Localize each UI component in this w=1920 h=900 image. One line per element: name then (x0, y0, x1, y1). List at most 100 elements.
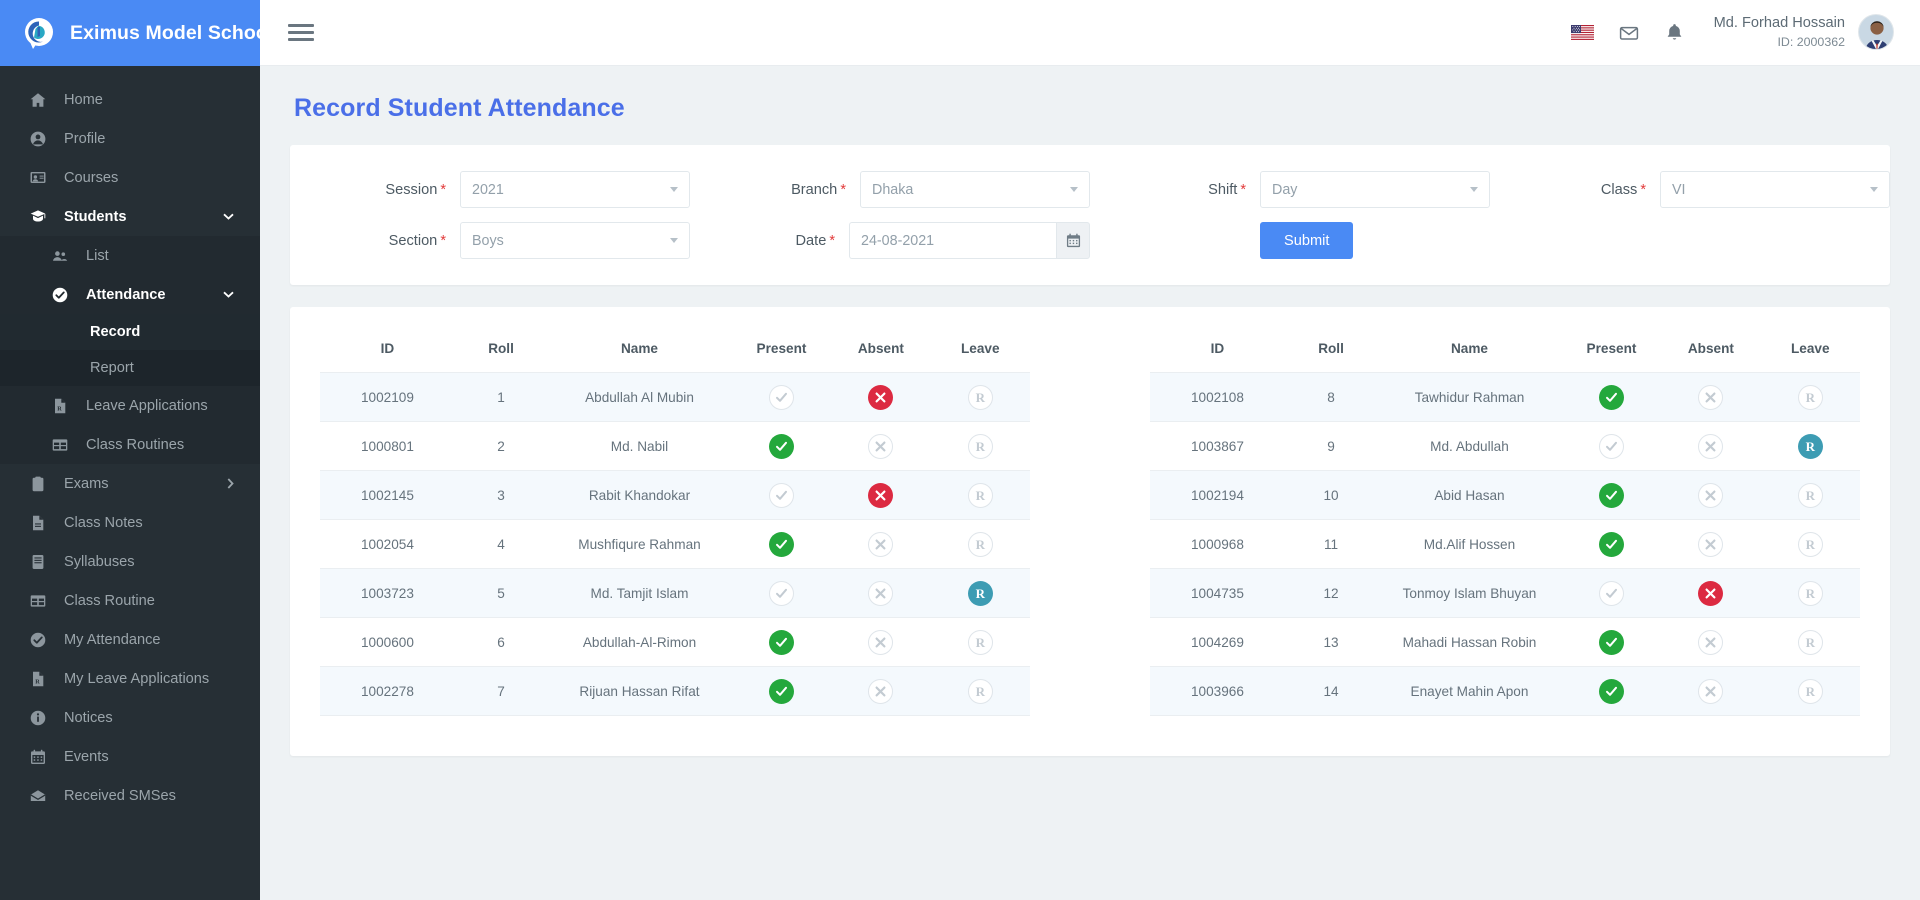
leave-toggle[interactable]: R (967, 531, 993, 557)
leave-toggle[interactable]: R (1797, 482, 1823, 508)
absent-toggle[interactable] (1698, 531, 1724, 557)
present-toggle[interactable] (768, 629, 794, 655)
present-toggle[interactable] (1598, 384, 1624, 410)
leave-toggle[interactable]: R (967, 580, 993, 606)
messages-button[interactable] (1606, 10, 1652, 56)
cell-name: Abdullah-Al-Rimon (547, 617, 732, 667)
date-field-wrap (849, 222, 1090, 259)
present-toggle[interactable] (768, 678, 794, 704)
hamburger-icon[interactable] (288, 20, 314, 45)
sidebar-item-exams[interactable]: Exams (0, 464, 260, 503)
absent-toggle[interactable] (868, 433, 894, 459)
absent-toggle[interactable] (868, 678, 894, 704)
absent-toggle[interactable] (868, 531, 894, 557)
section-select[interactable]: Boys (460, 222, 690, 259)
required-marker: * (840, 181, 846, 198)
sidebar-item-students[interactable]: Students (0, 197, 260, 236)
sidebar-item-class-notes[interactable]: Class Notes (0, 503, 260, 542)
cell-present (1561, 372, 1662, 422)
sidebar-item-notices[interactable]: Notices (0, 698, 260, 737)
present-toggle[interactable] (1598, 580, 1624, 606)
sidebar-item-record[interactable]: Record (0, 314, 260, 350)
calendar-icon[interactable] (1056, 222, 1090, 259)
cell-leave: R (930, 666, 1030, 716)
present-toggle[interactable] (768, 531, 794, 557)
sidebar-item-leave-applications[interactable]: R Leave Applications (0, 386, 260, 425)
leave-toggle[interactable]: R (1797, 384, 1823, 410)
topbar: Md. Forhad Hossain ID: 2000362 (260, 0, 1920, 66)
chevron-down-icon (670, 187, 678, 192)
sidebar-item-syllabuses[interactable]: Syllabuses (0, 542, 260, 581)
absent-toggle[interactable] (1698, 678, 1724, 704)
cell-id: 1002145 (320, 470, 455, 520)
sidebar-item-received-smses[interactable]: Received SMSes (0, 776, 260, 815)
absent-toggle[interactable] (868, 580, 894, 606)
user-menu[interactable]: Md. Forhad Hossain ID: 2000362 (1714, 14, 1894, 51)
leave-toggle[interactable]: R (967, 433, 993, 459)
present-toggle[interactable] (1598, 629, 1624, 655)
leave-toggle[interactable]: R (967, 384, 993, 410)
leave-toggle[interactable]: R (967, 482, 993, 508)
date-input[interactable] (849, 222, 1056, 259)
required-marker: * (829, 232, 835, 249)
present-toggle[interactable] (1598, 433, 1624, 459)
leave-toggle[interactable]: R (1797, 433, 1823, 459)
required-marker: * (1240, 181, 1246, 198)
attendance-submenu: Record Report (0, 314, 260, 386)
absent-toggle[interactable] (1698, 433, 1724, 459)
brand-name: Eximus Model School (70, 21, 260, 44)
present-toggle[interactable] (768, 580, 794, 606)
class-label: Class * (1490, 182, 1660, 198)
absent-toggle[interactable] (1698, 384, 1724, 410)
leave-toggle[interactable]: R (967, 678, 993, 704)
language-selector[interactable] (1560, 10, 1606, 56)
cell-roll: 10 (1284, 470, 1378, 520)
present-toggle[interactable] (1598, 531, 1624, 557)
session-select[interactable]: 2021 (460, 171, 690, 208)
leave-toggle[interactable]: R (1797, 629, 1823, 655)
absent-toggle[interactable] (1698, 580, 1724, 606)
brand-header[interactable]: Eximus Model School (0, 0, 260, 66)
present-toggle[interactable] (768, 482, 794, 508)
absent-toggle[interactable] (1698, 629, 1724, 655)
absent-toggle[interactable] (868, 482, 894, 508)
sidebar-item-class-routine[interactable]: Class Routine (0, 581, 260, 620)
envelope-icon (1619, 23, 1639, 43)
sidebar-item-events[interactable]: Events (0, 737, 260, 776)
cell-name: Md. Nabil (547, 421, 732, 471)
sidebar-item-my-attendance[interactable]: My Attendance (0, 620, 260, 659)
sidebar-item-report[interactable]: Report (0, 350, 260, 386)
sidebar-item-list[interactable]: List (0, 236, 260, 275)
present-toggle[interactable] (1598, 482, 1624, 508)
absent-toggle[interactable] (868, 384, 894, 410)
present-toggle[interactable] (768, 384, 794, 410)
present-toggle[interactable] (1598, 678, 1624, 704)
shift-select[interactable]: Day (1260, 171, 1490, 208)
sidebar-item-attendance[interactable]: Attendance (0, 275, 260, 314)
branch-group: Branch * Dhaka (690, 171, 1090, 208)
absent-toggle[interactable] (1698, 482, 1724, 508)
present-toggle[interactable] (768, 433, 794, 459)
sidebar-item-class-routines[interactable]: Class Routines (0, 425, 260, 464)
sidebar-item-my-leave-applications[interactable]: R My Leave Applications (0, 659, 260, 698)
topbar-actions: Md. Forhad Hossain ID: 2000362 (1560, 10, 1920, 56)
branch-select[interactable]: Dhaka (860, 171, 1090, 208)
leave-toggle[interactable]: R (1797, 580, 1823, 606)
class-select[interactable]: VI (1660, 171, 1890, 208)
notifications-button[interactable] (1652, 10, 1698, 56)
sidebar-item-profile[interactable]: Profile (0, 119, 260, 158)
avatar[interactable] (1858, 14, 1894, 51)
cell-name: Abdullah Al Mubin (547, 372, 732, 422)
cell-id: 1003966 (1150, 666, 1285, 716)
leave-toggle[interactable]: R (1797, 531, 1823, 557)
leave-toggle[interactable]: R (1797, 678, 1823, 704)
absent-toggle[interactable] (868, 629, 894, 655)
sidebar-item-courses[interactable]: Courses (0, 158, 260, 197)
submit-button[interactable]: Submit (1260, 222, 1354, 259)
sidebar-item-home[interactable]: Home (0, 80, 260, 119)
sidebar-item-label: Class Routines (86, 436, 185, 453)
table-row: 1002278 7 Rijuan Hassan Rifat R (320, 666, 1030, 716)
table-row: 1000968 11 Md.Alif Hossen R (1150, 519, 1860, 569)
leave-toggle[interactable]: R (967, 629, 993, 655)
cell-present (1561, 519, 1662, 569)
